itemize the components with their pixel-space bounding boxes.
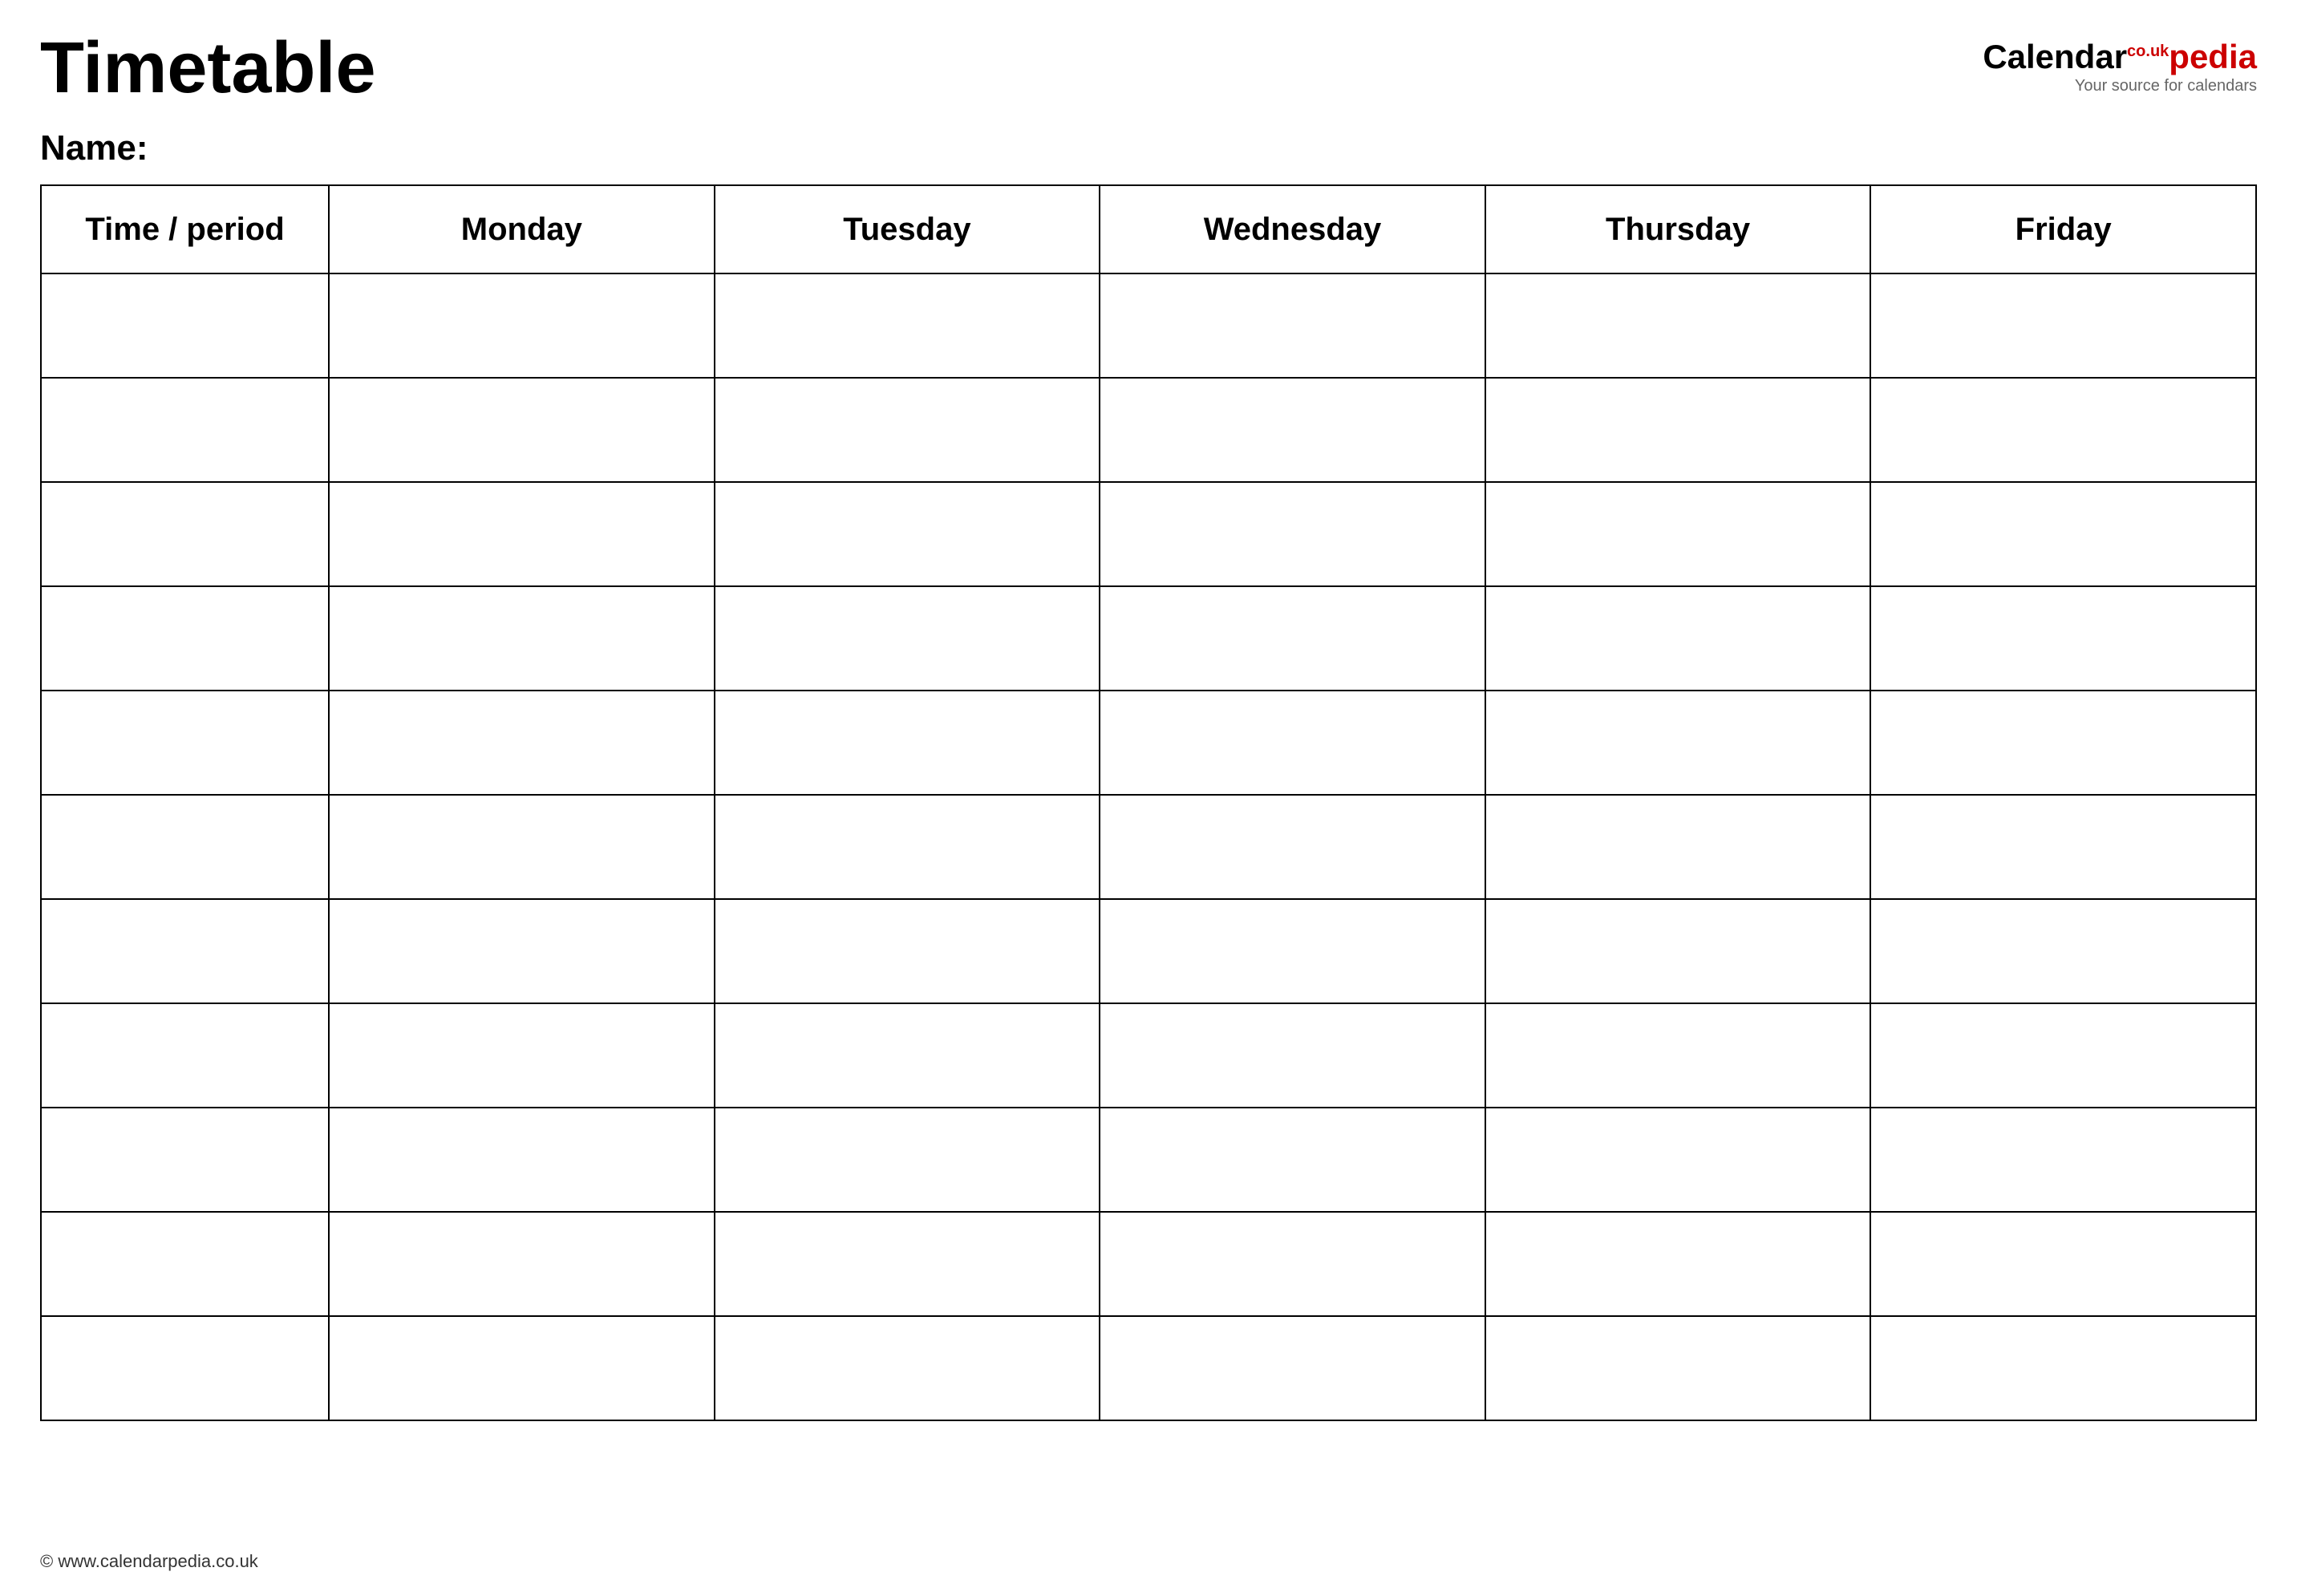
table-row: [41, 899, 2256, 1003]
table-row: [41, 378, 2256, 482]
table-cell[interactable]: [1100, 586, 1485, 691]
table-cell[interactable]: [1485, 1212, 1871, 1316]
table-cell[interactable]: [1485, 1316, 1871, 1420]
timetable-body: [41, 273, 2256, 1420]
table-cell[interactable]: [1870, 482, 2256, 586]
logo-pedia: pedia: [2169, 38, 2257, 75]
col-header-tuesday: Tuesday: [715, 185, 1100, 273]
table-cell[interactable]: [41, 691, 329, 795]
table-cell[interactable]: [1100, 1003, 1485, 1108]
logo-calendar: Calendar: [1983, 38, 2127, 75]
table-cell[interactable]: [1870, 1108, 2256, 1212]
logo-co: co.uk: [2127, 43, 2169, 60]
table-cell[interactable]: [41, 1316, 329, 1420]
table-cell[interactable]: [1870, 899, 2256, 1003]
table-cell[interactable]: [1100, 273, 1485, 378]
table-cell[interactable]: [1100, 1316, 1485, 1420]
footer-url: © www.calendarpedia.co.uk: [40, 1551, 258, 1572]
table-cell[interactable]: [41, 795, 329, 899]
table-cell[interactable]: [41, 482, 329, 586]
table-cell[interactable]: [715, 1316, 1100, 1420]
table-row: [41, 586, 2256, 691]
table-cell[interactable]: [1100, 899, 1485, 1003]
col-header-time: Time / period: [41, 185, 329, 273]
table-cell[interactable]: [1485, 691, 1871, 795]
table-cell[interactable]: [715, 1003, 1100, 1108]
table-row: [41, 1108, 2256, 1212]
table-cell[interactable]: [715, 378, 1100, 482]
table-cell[interactable]: [329, 273, 715, 378]
table-cell[interactable]: [329, 1003, 715, 1108]
table-cell[interactable]: [329, 1108, 715, 1212]
table-row: [41, 795, 2256, 899]
table-cell[interactable]: [1870, 273, 2256, 378]
table-cell[interactable]: [715, 482, 1100, 586]
timetable: Time / period Monday Tuesday Wednesday T…: [40, 184, 2257, 1421]
col-header-thursday: Thursday: [1485, 185, 1871, 273]
table-cell[interactable]: [715, 899, 1100, 1003]
table-cell[interactable]: [1870, 1316, 2256, 1420]
logo: Calendarco.ukpedia: [1983, 40, 2257, 74]
table-cell[interactable]: [1100, 1212, 1485, 1316]
table-row: [41, 273, 2256, 378]
table-cell[interactable]: [715, 1212, 1100, 1316]
table-cell[interactable]: [1100, 691, 1485, 795]
table-cell[interactable]: [329, 795, 715, 899]
table-cell[interactable]: [715, 586, 1100, 691]
table-cell[interactable]: [1100, 1108, 1485, 1212]
table-cell[interactable]: [329, 586, 715, 691]
table-cell[interactable]: [41, 378, 329, 482]
page-header: Timetable Calendarco.ukpedia Your source…: [40, 32, 2257, 104]
page-title: Timetable: [40, 32, 376, 104]
logo-container: Calendarco.ukpedia Your source for calen…: [1983, 40, 2257, 95]
name-label: Name:: [40, 128, 2257, 168]
table-cell[interactable]: [715, 691, 1100, 795]
table-cell[interactable]: [1870, 1003, 2256, 1108]
table-cell[interactable]: [1485, 586, 1871, 691]
table-cell[interactable]: [41, 586, 329, 691]
table-cell[interactable]: [1485, 1003, 1871, 1108]
table-cell[interactable]: [329, 899, 715, 1003]
table-header-row: Time / period Monday Tuesday Wednesday T…: [41, 185, 2256, 273]
table-cell[interactable]: [1485, 482, 1871, 586]
table-row: [41, 1212, 2256, 1316]
col-header-monday: Monday: [329, 185, 715, 273]
table-cell[interactable]: [1100, 482, 1485, 586]
table-cell[interactable]: [715, 795, 1100, 899]
table-cell[interactable]: [329, 691, 715, 795]
table-cell[interactable]: [329, 1212, 715, 1316]
table-row: [41, 482, 2256, 586]
table-cell[interactable]: [1100, 378, 1485, 482]
table-cell[interactable]: [1485, 795, 1871, 899]
table-cell[interactable]: [41, 1108, 329, 1212]
logo-tagline: Your source for calendars: [2075, 77, 2257, 95]
table-cell[interactable]: [1485, 1108, 1871, 1212]
col-header-wednesday: Wednesday: [1100, 185, 1485, 273]
table-cell[interactable]: [1870, 1212, 2256, 1316]
table-cell[interactable]: [41, 273, 329, 378]
table-cell[interactable]: [1870, 378, 2256, 482]
table-cell[interactable]: [329, 482, 715, 586]
table-row: [41, 1316, 2256, 1420]
table-row: [41, 1003, 2256, 1108]
col-header-friday: Friday: [1870, 185, 2256, 273]
table-cell[interactable]: [1485, 273, 1871, 378]
table-cell[interactable]: [41, 1003, 329, 1108]
table-cell[interactable]: [41, 899, 329, 1003]
table-cell[interactable]: [715, 273, 1100, 378]
table-cell[interactable]: [329, 1316, 715, 1420]
table-cell[interactable]: [1870, 586, 2256, 691]
table-cell[interactable]: [715, 1108, 1100, 1212]
table-cell[interactable]: [41, 1212, 329, 1316]
table-cell[interactable]: [329, 378, 715, 482]
table-cell[interactable]: [1870, 795, 2256, 899]
table-cell[interactable]: [1870, 691, 2256, 795]
table-cell[interactable]: [1485, 378, 1871, 482]
table-row: [41, 691, 2256, 795]
table-cell[interactable]: [1485, 899, 1871, 1003]
table-cell[interactable]: [1100, 795, 1485, 899]
